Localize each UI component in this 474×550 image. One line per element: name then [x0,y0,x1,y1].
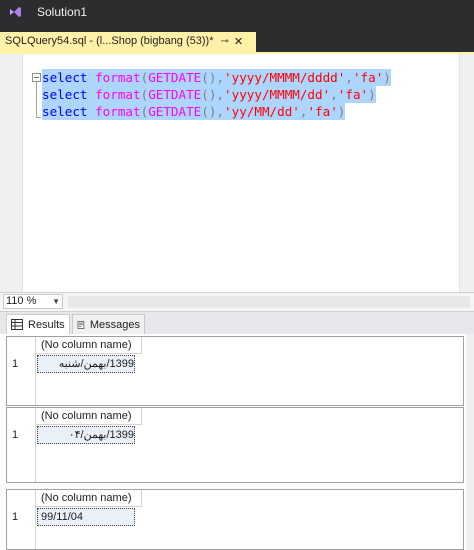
function-name: format [95,70,141,85]
code-line-3[interactable]: select format(GETDATE(),'yy/MM/dd','fa') [42,103,346,120]
code-line-2[interactable]: select format(GETDATE(),'yyyy/MMMM/dd','… [42,86,376,103]
window-title: Solution1 [37,5,88,19]
title-bar: Solution1 [0,0,474,24]
keyword: select [42,87,88,102]
tab-messages-label: Messages [89,318,140,331]
editor-vertical-scrollbar[interactable] [459,54,474,292]
fold-guide [36,82,37,118]
document-tab-strip: SQLQuery54.sql - (l...Shop (bigbang (53)… [0,24,474,54]
result-cell[interactable]: 1399/بهمن/شنبه [37,355,135,373]
row-number-column [7,408,36,482]
function-name: GETDATE [148,70,202,85]
string-literal: 'fa' [337,87,369,102]
result-cell[interactable]: 1399/بهمن/۰۴ [37,426,135,444]
result-grid-2: (No column name) 1 1399/بهمن/۰۴ [6,407,464,483]
row-number[interactable]: 1 [7,355,35,373]
fold-guide-end [36,117,41,118]
results-tab-strip: Results Messages [0,312,474,334]
string-literal: 'yy/MM/dd' [224,104,300,119]
punctuation: () [201,87,217,102]
code-line-1[interactable]: select format(GETDATE(),'yyyy/MMMM/dddd'… [42,69,391,86]
visual-studio-icon [10,7,21,17]
punctuation: , [216,70,225,85]
punctuation: ) [368,87,376,102]
editor-horizontal-scrollbar[interactable] [68,296,470,308]
column-header[interactable]: (No column name) [36,490,142,507]
chevron-down-icon: ▼ [52,297,60,306]
punctuation: , [330,87,338,102]
keyword: select [42,104,88,119]
editor-status-bar: 110 % ▼ [0,292,474,312]
row-number[interactable]: 1 [7,508,35,526]
keyword: select [42,70,88,85]
tab-sqlquery54[interactable]: SQLQuery54.sql - (l...Shop (bigbang (53)… [0,32,256,52]
results-vertical-scrollbar[interactable] [466,334,474,550]
function-name: GETDATE [148,87,202,102]
tab-results[interactable]: Results [6,314,70,334]
punctuation: () [201,70,217,85]
grid-icon [11,319,23,330]
tab-messages[interactable]: Messages [72,314,145,334]
row-number[interactable]: 1 [7,426,35,444]
string-literal: 'fa' [352,70,384,85]
string-literal: 'yyyy/MMMM/dd' [224,87,331,102]
function-name: GETDATE [148,104,202,119]
string-literal: 'fa' [307,104,338,119]
tab-label: SQLQuery54.sql - (l...Shop (bigbang (53)… [5,35,214,47]
zoom-select[interactable]: 110 % ▼ [3,294,63,309]
pin-icon[interactable]: ⊸ [221,36,229,47]
query-editor[interactable]: − select format(GETDATE(),'yyyy/MMMM/ddd… [0,54,474,292]
result-grid-1: (No column name) 1 1399/بهمن/شنبه [6,336,464,406]
punctuation: , [345,70,353,85]
function-name: format [95,104,141,119]
column-header[interactable]: (No column name) [36,408,142,425]
results-pane: (No column name) 1 1399/بهمن/شنبه (No co… [0,334,474,550]
punctuation: () [201,104,217,119]
column-header[interactable]: (No column name) [36,337,142,354]
string-literal: 'yyyy/MMMM/dddd' [224,70,346,85]
function-name: format [95,87,141,102]
close-icon[interactable]: ✕ [234,35,243,48]
punctuation: , [216,87,225,102]
tab-results-label: Results [28,318,65,331]
editor-margin [0,54,23,292]
punctuation: ) [383,70,391,85]
messages-icon [77,320,85,329]
punctuation: ) [337,104,346,119]
punctuation: , [216,104,225,119]
collapse-icon[interactable]: − [32,73,41,82]
result-grid-3: (No column name) 1 99/11/04 [6,489,464,550]
result-cell[interactable]: 99/11/04 [37,508,135,526]
zoom-value: 110 % [6,295,37,307]
